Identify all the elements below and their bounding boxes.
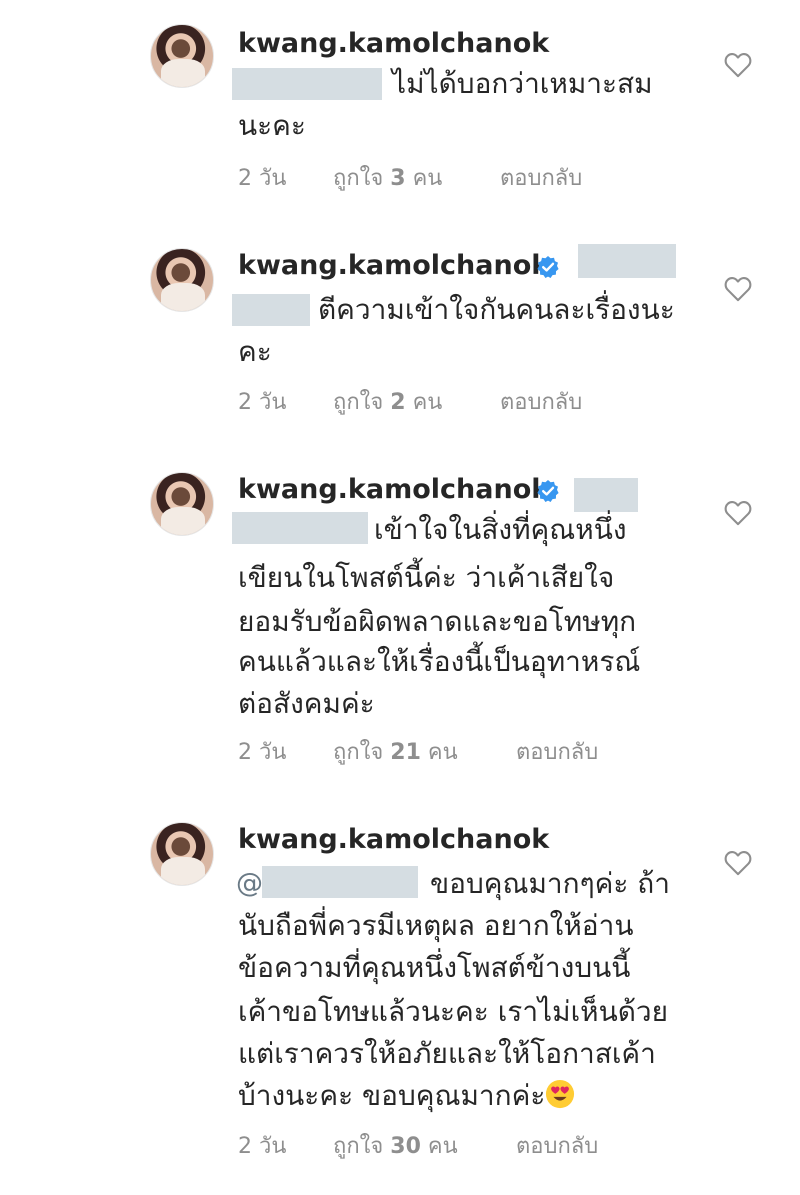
- comment-text: ยอมรับข้อผิดพลาดและขอโทษทุก: [238, 605, 637, 638]
- comment-text: นับถือพี่ควรมีเหตุผล อยากให้อ่าน: [238, 909, 634, 942]
- comment-text-last: บ้างนะคะ ขอบคุณมากค่ะ: [238, 1079, 546, 1112]
- comment-text: ต่อสังคมค่ะ: [238, 687, 375, 720]
- likes-prefix: ถูกใจ: [333, 1134, 384, 1159]
- likes-suffix: คน: [427, 740, 458, 765]
- mention-at: @: [236, 868, 263, 899]
- comment-text: ขอบคุณมากๆค่ะ ถ้า: [430, 867, 670, 900]
- likes-prefix: ถูกใจ: [333, 166, 384, 191]
- redacted-mention: [232, 294, 310, 326]
- redacted-mention: [262, 866, 418, 898]
- avatar[interactable]: [150, 472, 214, 536]
- comment-text: นะคะ: [238, 109, 306, 142]
- comment-text: ข้อความที่คุณหนึ่งโพสต์ข้างบนนี้: [238, 951, 631, 984]
- comment-username[interactable]: kwang.kamolchanok: [238, 474, 549, 506]
- comment-time: 2 วัน: [238, 1134, 287, 1159]
- heart-outline-icon[interactable]: [724, 500, 752, 526]
- redacted-mention: [574, 478, 638, 512]
- comment-likes[interactable]: ถูกใจ 30 คน: [333, 1128, 458, 1163]
- comment-text: เขียนในโพสต์นี้ค่ะ ว่าเค้าเสียใจ: [238, 561, 615, 594]
- comment-likes[interactable]: ถูกใจ 21 คน: [333, 734, 458, 769]
- comment-time: 2 วัน: [238, 740, 287, 765]
- comment-text: เค้าขอโทษแล้วนะคะ เราไม่เห็นด้วย: [238, 995, 669, 1028]
- redacted-mention: [232, 68, 382, 100]
- heart-outline-icon[interactable]: [724, 52, 752, 78]
- redacted-mention: [578, 244, 676, 278]
- likes-prefix: ถูกใจ: [333, 740, 384, 765]
- likes-suffix: คน: [412, 390, 443, 415]
- avatar[interactable]: [150, 822, 214, 886]
- comment-text: คนแล้วและให้เรื่องนี้เป็นอุทาหรณ์: [238, 645, 641, 678]
- likes-count: 2: [390, 390, 406, 415]
- comment-text: บ้างนะคะ ขอบคุณมากค่ะ: [238, 1074, 575, 1118]
- comment-text: แต่เราควรให้อภัยและให้โอกาสเค้า: [238, 1037, 656, 1070]
- heart-outline-icon[interactable]: [724, 850, 752, 876]
- verified-badge-icon: [537, 256, 559, 278]
- verified-badge-icon: [537, 480, 559, 502]
- comment-time: 2 วัน: [238, 166, 287, 191]
- comment-likes[interactable]: ถูกใจ 2 คน: [333, 384, 442, 419]
- likes-suffix: คน: [427, 1134, 458, 1159]
- likes-suffix: คน: [412, 166, 443, 191]
- comment-text: คะ: [238, 335, 272, 368]
- comment-likes[interactable]: ถูกใจ 3 คน: [333, 160, 442, 195]
- comment-username[interactable]: kwang.kamolchanok: [238, 28, 549, 60]
- heart-outline-icon[interactable]: [724, 276, 752, 302]
- comment-username[interactable]: kwang.kamolchanok: [238, 250, 549, 282]
- reply-button[interactable]: ตอบกลับ: [500, 160, 582, 195]
- reply-button[interactable]: ตอบกลับ: [500, 384, 582, 419]
- likes-count: 21: [390, 740, 421, 765]
- comment-time: 2 วัน: [238, 390, 287, 415]
- redacted-mention: [232, 512, 368, 544]
- reply-button[interactable]: ตอบกลับ: [516, 734, 598, 769]
- avatar[interactable]: [150, 24, 214, 88]
- comment-username[interactable]: kwang.kamolchanok: [238, 824, 549, 856]
- likes-count: 3: [390, 166, 406, 191]
- likes-count: 30: [390, 1134, 421, 1159]
- heart-eyes-emoji: [546, 1079, 575, 1109]
- likes-prefix: ถูกใจ: [333, 390, 384, 415]
- comment-text: เข้าใจในสิ่งที่คุณหนึ่ง: [374, 513, 627, 546]
- comment-text: ไม่ได้บอกว่าเหมาะสม: [392, 67, 653, 100]
- avatar[interactable]: [150, 248, 214, 312]
- comment-text: ตีความเข้าใจกันคนละเรื่องนะ: [318, 293, 675, 326]
- reply-button[interactable]: ตอบกลับ: [516, 1128, 598, 1163]
